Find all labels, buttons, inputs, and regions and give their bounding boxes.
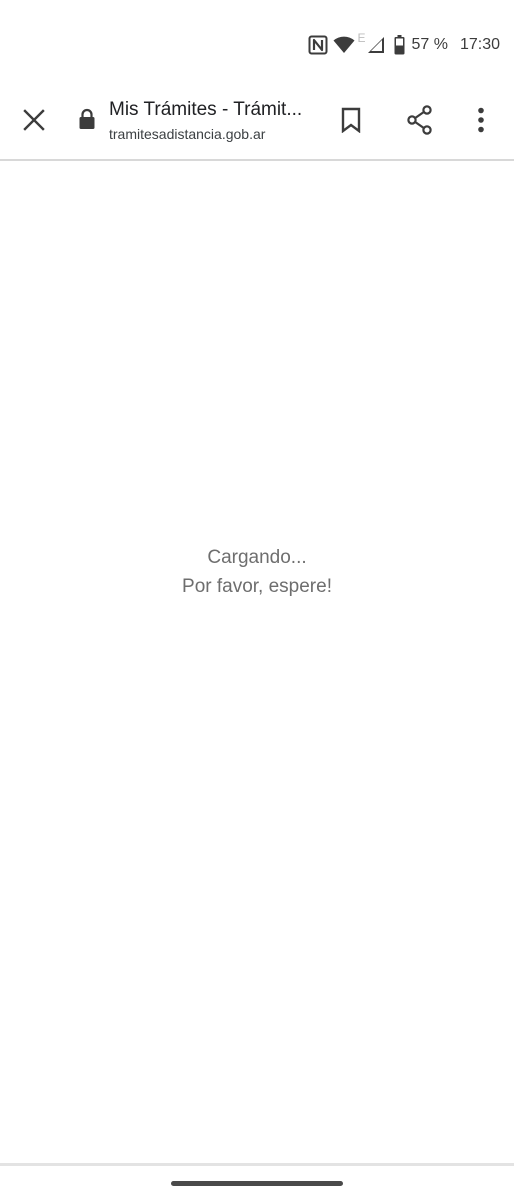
- clock: 17:30: [459, 36, 500, 53]
- battery-percent: 57 %: [411, 36, 448, 53]
- toolbar-divider: [0, 159, 514, 161]
- share-button[interactable]: [398, 98, 442, 142]
- more-options-button[interactable]: [459, 98, 503, 142]
- status-icons: E 57 % 17:30: [308, 31, 500, 57]
- share-icon: [407, 105, 432, 135]
- signal-icon: [367, 36, 385, 54]
- bookmark-icon: [341, 107, 361, 133]
- more-vert-icon: [478, 107, 484, 133]
- page-url[interactable]: tramitesadistancia.gob.ar: [109, 126, 265, 142]
- close-icon: [23, 109, 45, 131]
- nfc-icon: [308, 35, 328, 55]
- close-button[interactable]: [12, 98, 56, 142]
- status-bar: E 57 % 17:30: [0, 0, 514, 88]
- home-gesture-bar[interactable]: [171, 1181, 343, 1186]
- wifi-icon: [333, 36, 355, 54]
- lock-icon[interactable]: [78, 108, 96, 135]
- bottom-divider: [0, 1163, 514, 1166]
- loading-text: Cargando...: [207, 547, 307, 568]
- loading-message: Cargando... Por favor, espere!: [0, 543, 514, 601]
- network-e-icon: E: [357, 31, 366, 45]
- battery-icon: [394, 35, 405, 55]
- screen: E 57 % 17:30 Mis Trámites - Trámit... tr…: [0, 0, 514, 1200]
- page-title[interactable]: Mis Trámites - Trámit...: [109, 99, 319, 121]
- bookmark-button[interactable]: [329, 98, 373, 142]
- custom-tab-toolbar: Mis Trámites - Trámit... tramitesadistan…: [0, 88, 514, 160]
- wait-text: Por favor, espere!: [182, 576, 332, 597]
